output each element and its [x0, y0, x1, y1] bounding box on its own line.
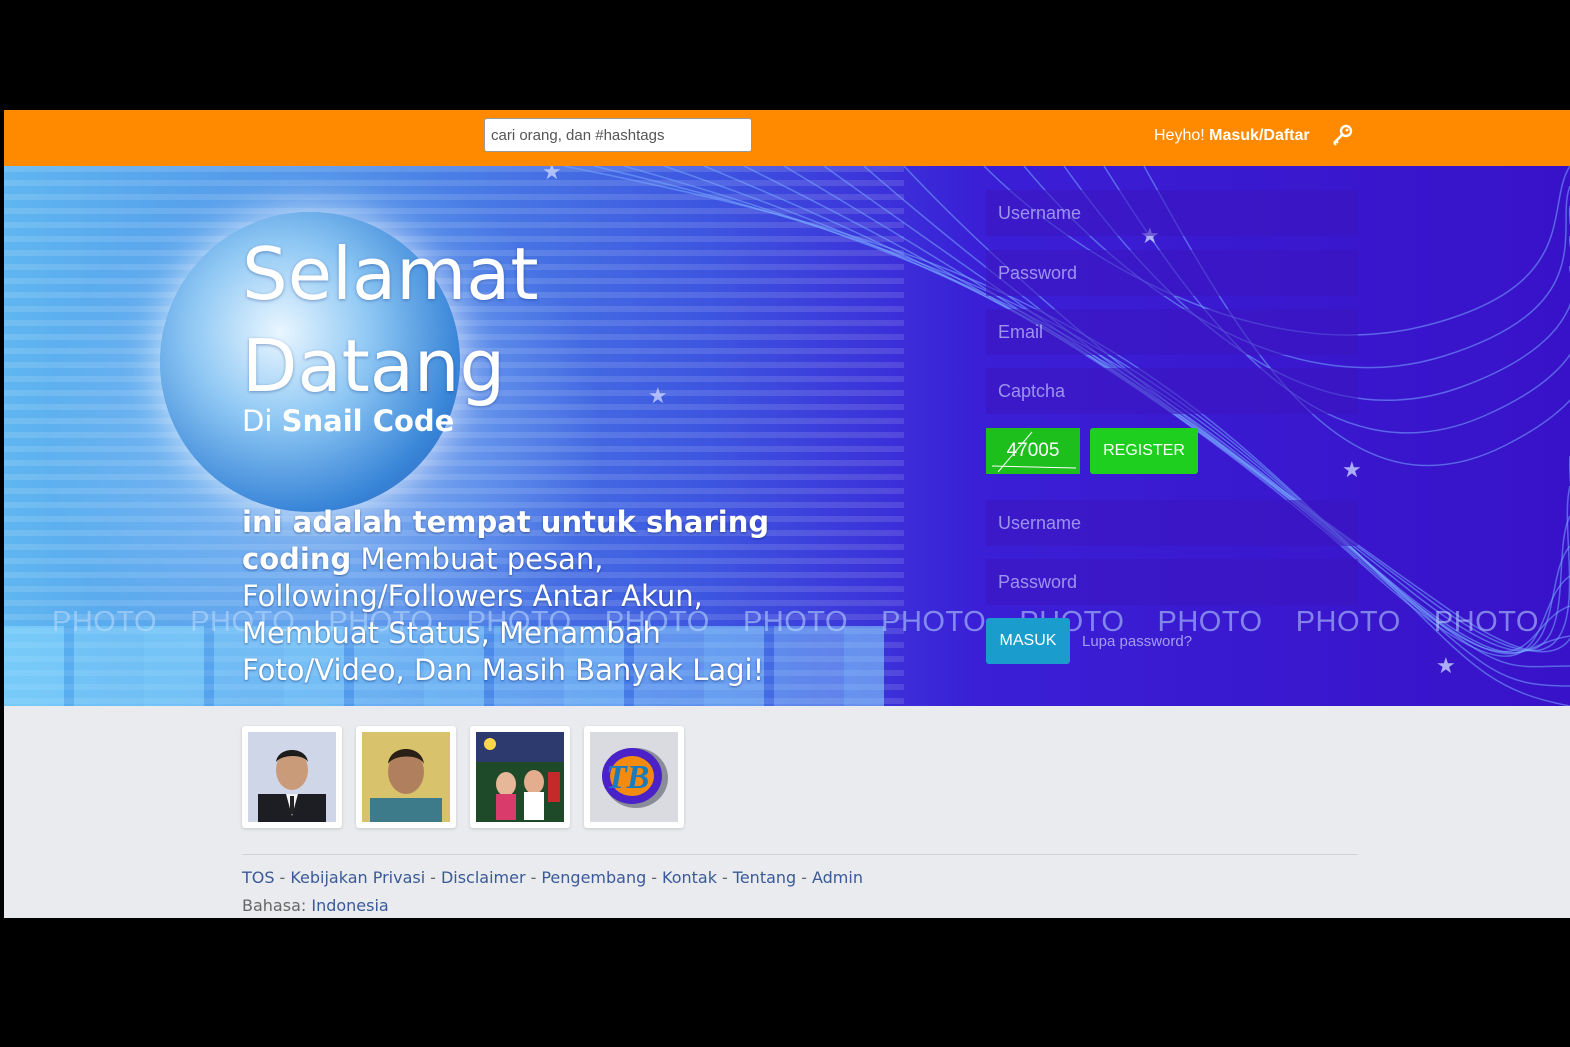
language-selector: Bahasa: Indonesia: [242, 896, 389, 915]
member-photo: [362, 732, 450, 822]
footer-links: TOS - Kebijakan Privasi - Disclaimer - Pengemb…: [242, 868, 863, 887]
avatar[interactable]: [470, 726, 570, 828]
member-photo: TB: [590, 732, 678, 822]
top-bar: Heyho! Masuk/Daftar: [4, 110, 1570, 166]
user-greeting: Heyho! Masuk/Daftar: [1154, 127, 1310, 145]
site-description: ini adalah tempat untuk sharing coding M…: [242, 504, 802, 689]
title-line-1: Selamat: [242, 232, 539, 316]
welcome-title: Selamat Datang: [242, 228, 539, 412]
hero-banner: ★ ★ ★ ★ ★ PHOTO PHOTO PHOTO PHOTO PHOTO …: [4, 166, 1570, 706]
register-password-input[interactable]: [986, 250, 1358, 296]
forgot-password-link[interactable]: Lupa password?: [1082, 633, 1192, 650]
register-username-input[interactable]: [986, 190, 1358, 236]
register-button[interactable]: REGISTER: [1090, 428, 1198, 474]
avatar[interactable]: [242, 726, 342, 828]
captcha-input[interactable]: [986, 368, 1358, 414]
star-decoration: ★: [1342, 458, 1362, 483]
language-link[interactable]: Indonesia: [311, 896, 388, 915]
welcome-subtitle: Di Snail Code: [242, 404, 454, 438]
greeting-text: Heyho!: [1154, 127, 1205, 144]
login-register-link[interactable]: Masuk/Daftar: [1209, 127, 1309, 144]
key-icon[interactable]: [1330, 124, 1354, 148]
avatar[interactable]: TB: [584, 726, 684, 828]
svg-text:TB: TB: [606, 759, 649, 796]
photo-watermark: PHOTO: [1295, 606, 1401, 638]
search-input[interactable]: [484, 118, 752, 152]
login-username-input[interactable]: [986, 500, 1358, 546]
footer-link-about[interactable]: Tentang: [733, 868, 796, 887]
member-avatars: TB: [242, 726, 684, 828]
subtitle-prefix: Di: [242, 404, 273, 438]
photo-watermark: PHOTO: [1433, 606, 1539, 638]
photo-watermark: PHOTO: [52, 606, 158, 638]
footer-divider: [242, 854, 1358, 855]
register-email-input[interactable]: [986, 309, 1358, 355]
login-button[interactable]: MASUK: [986, 618, 1070, 664]
footer-link-disclaimer[interactable]: Disclaimer: [441, 868, 526, 887]
language-label: Bahasa:: [242, 896, 307, 915]
footer-link-developer[interactable]: Pengembang: [541, 868, 646, 887]
star-decoration: ★: [1436, 654, 1456, 679]
star-decoration: ★: [542, 166, 562, 185]
login-password-input[interactable]: [986, 559, 1358, 605]
site-name: Snail Code: [281, 404, 455, 438]
avatar[interactable]: [356, 726, 456, 828]
page: Heyho! Masuk/Daftar: [4, 110, 1570, 918]
footer-link-admin[interactable]: Admin: [812, 868, 863, 887]
star-decoration: ★: [648, 384, 668, 409]
footer-link-privacy[interactable]: Kebijakan Privasi: [290, 868, 425, 887]
title-line-2: Datang: [242, 324, 506, 408]
captcha-image: 47005: [986, 428, 1080, 474]
member-photo: [476, 732, 564, 822]
footer-link-tos[interactable]: TOS: [242, 868, 275, 887]
footer-link-contact[interactable]: Kontak: [662, 868, 717, 887]
captcha-noise: [991, 431, 1077, 473]
member-photo: [248, 732, 336, 822]
